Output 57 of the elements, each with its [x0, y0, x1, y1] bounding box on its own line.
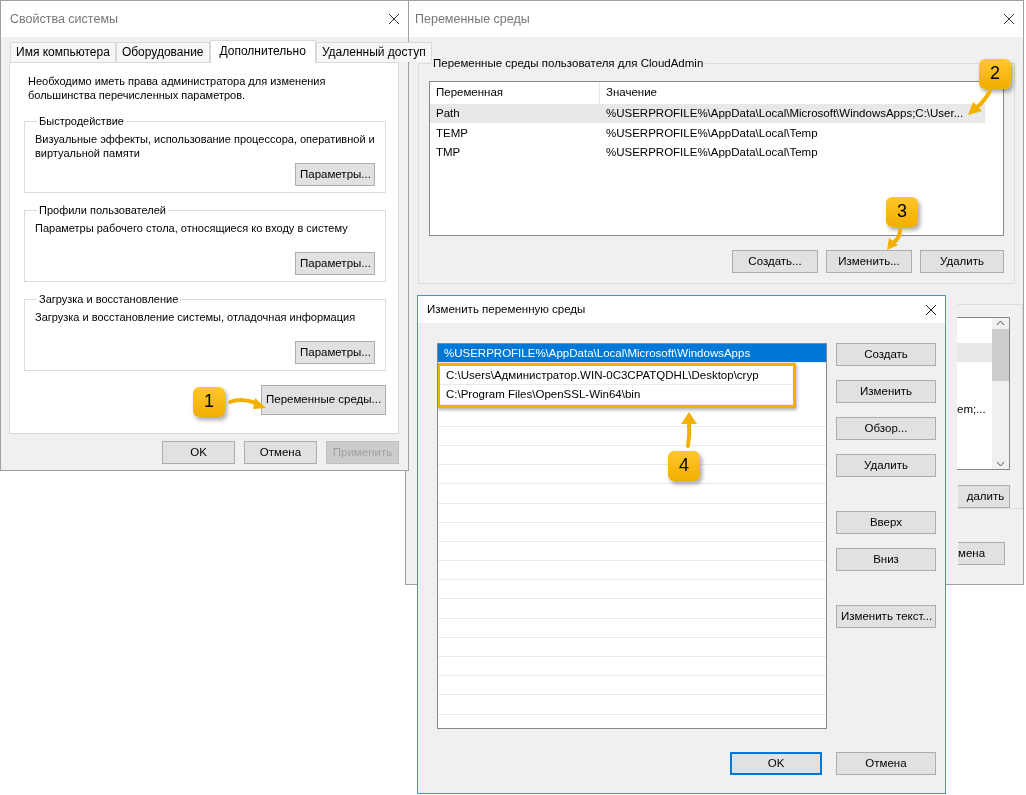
dialog-button[interactable]: OK: [730, 752, 822, 775]
window-title: Изменить переменную среды: [427, 302, 586, 317]
dialog-button[interactable]: Отмена: [244, 441, 317, 464]
tab[interactable]: Оборудование: [115, 42, 210, 62]
group-description: Визуальные эффекты, использование процессора, оперативной и виртуальной памяти: [35, 131, 375, 161]
group-label: Загрузка и восстановление: [38, 292, 180, 306]
path-entry[interactable]: C:\Program Files\OpenSSL-Win64\bin: [440, 385, 793, 405]
dialog-button[interactable]: Вверх: [836, 511, 936, 534]
scrollbar[interactable]: [992, 317, 1009, 470]
variable-row[interactable]: TMP %USERPROFILE%\AppData\Local\Temp: [430, 142, 985, 163]
tab[interactable]: Дополнительно: [209, 40, 316, 63]
group-description: Загрузка и восстановление системы, отладочная информация: [35, 309, 357, 325]
window-title: Переменные среды: [415, 10, 530, 28]
dialog-button[interactable]: Удалить: [836, 454, 936, 477]
dialog-button[interactable]: Обзор...: [836, 417, 936, 440]
close-icon[interactable]: [925, 303, 937, 316]
dialog-button[interactable]: Параметры...: [295, 340, 375, 364]
variable-row[interactable]: Path %USERPROFILE%\AppData\Local\Microsoft\WindowsApps;C:\User...: [430, 103, 985, 124]
step-badge: 3: [886, 197, 918, 227]
pointer-arrow: [887, 228, 902, 250]
step-badge: 2: [979, 59, 1011, 89]
path-entry[interactable]: C:\Users\Администратор.WIN-0C3CPATQDHL\Desktop\cryp: [440, 366, 793, 386]
pointer-arrow: [228, 397, 266, 409]
dialog-button[interactable]: Изменить текст...: [836, 605, 936, 628]
dialog-button[interactable]: Переменные среды...: [261, 384, 386, 415]
column-header[interactable]: Переменная: [430, 81, 600, 104]
dialog-button[interactable]: Отмена: [836, 752, 936, 775]
dialog-button[interactable]: Вниз: [836, 548, 936, 571]
dialog-button[interactable]: Удалить: [920, 249, 1004, 273]
dialog-button[interactable]: Создать...: [732, 249, 818, 273]
dialog-button[interactable]: Параметры...: [295, 162, 375, 186]
pointer-arrow: [968, 89, 992, 115]
dialog-button[interactable]: Параметры...: [295, 251, 375, 275]
dialog-button[interactable]: Изменить: [836, 380, 936, 403]
close-icon[interactable]: [388, 13, 400, 25]
pointer-arrow: [681, 412, 697, 448]
scroll-up-icon[interactable]: [996, 319, 1005, 326]
path-entry[interactable]: %USERPROFILE%\AppData\Local\Microsoft\WindowsApps: [438, 344, 826, 364]
dialog-button[interactable]: OK: [162, 441, 235, 464]
dialog-button[interactable]: Изменить...: [826, 249, 912, 273]
step-badge: 1: [193, 387, 225, 417]
dialog-button[interactable]: мена: [958, 541, 1005, 565]
tab[interactable]: Удаленный доступ: [315, 42, 432, 62]
group-description: Параметры рабочего стола, относящиеся ко входу в систему: [35, 220, 349, 236]
step-badge: 4: [668, 451, 700, 481]
group-label: Переменные среды пользователя для CloudAdmin: [432, 57, 705, 71]
intro-text: Необходимо иметь права администратора для изменения большинства перечисленных параметров.: [27, 74, 327, 103]
dialog-button[interactable]: далить: [958, 485, 1010, 508]
variable-value: em;...: [957, 402, 987, 418]
scroll-down-icon[interactable]: [996, 461, 1005, 468]
variable-row[interactable]: TEMP %USERPROFILE%\AppData\Local\Temp: [430, 123, 985, 143]
tab[interactable]: Имя компьютера: [10, 42, 116, 62]
dialog-button[interactable]: Создать: [836, 343, 936, 366]
window-title: Свойства системы: [10, 10, 118, 28]
close-icon[interactable]: [1003, 13, 1015, 25]
group-label: Профили пользователей: [38, 203, 167, 217]
group-label: Быстродействие: [38, 114, 125, 128]
